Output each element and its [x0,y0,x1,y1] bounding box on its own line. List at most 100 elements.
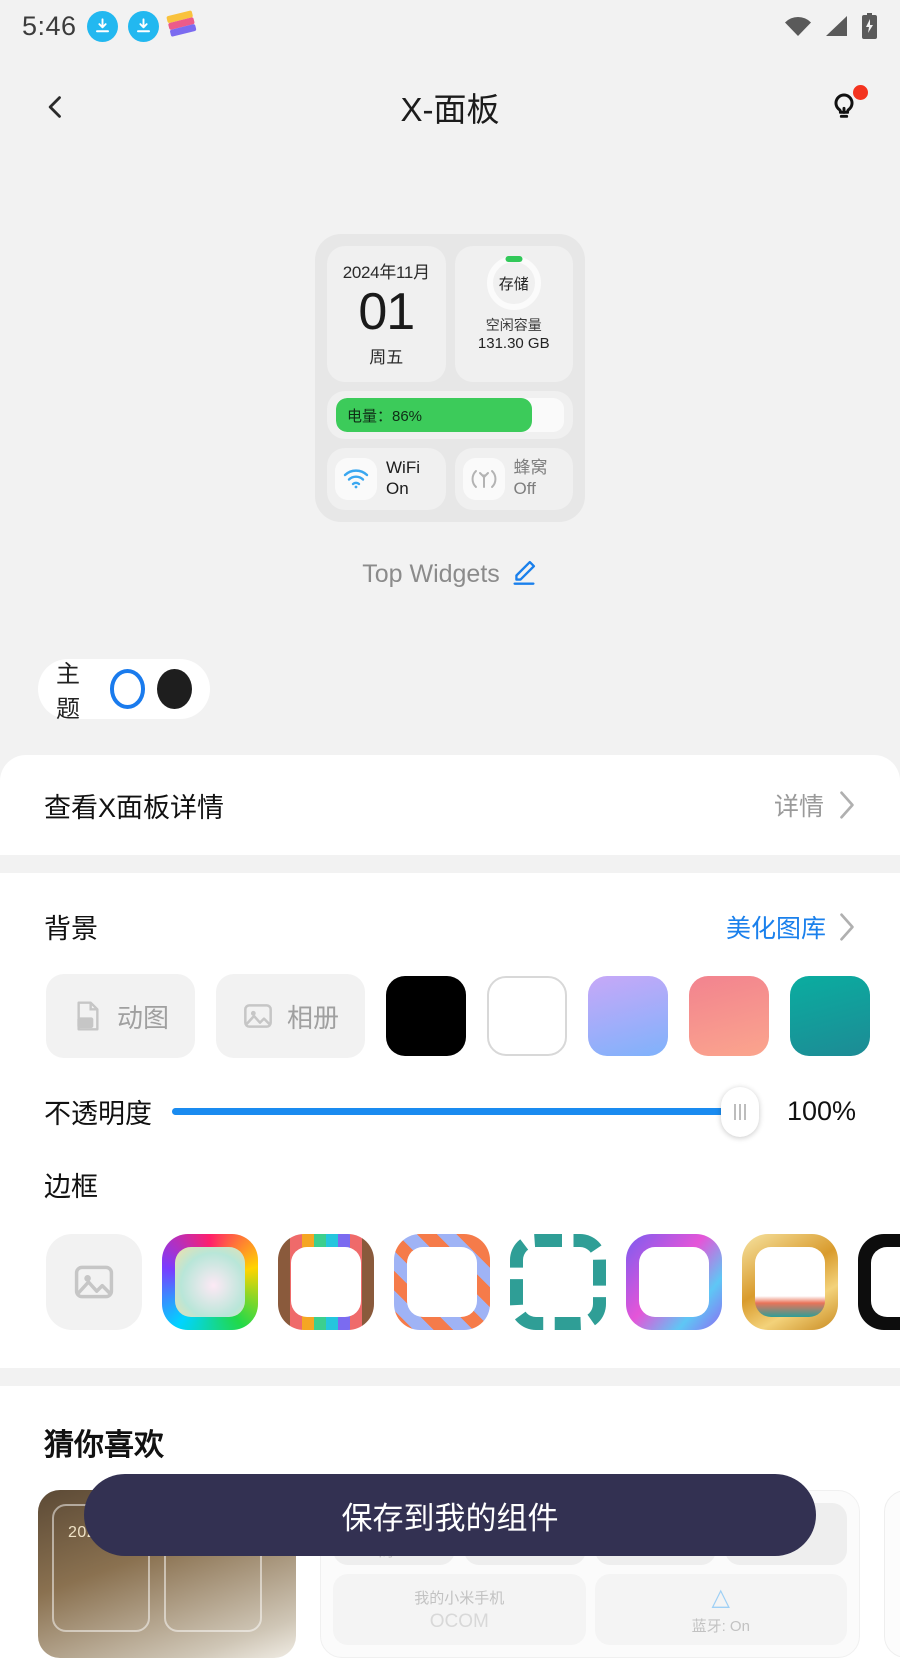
back-button[interactable] [30,81,82,133]
widget-preview[interactable]: 2024年11月 01 周五 存储 空闲容量 131.30 GB 电量：86% [0,234,900,522]
bluetooth-icon: △ [712,1583,730,1612]
download-icon [128,11,159,42]
battery-track: 电量：86% [336,398,564,432]
notification-badge [853,85,868,100]
storage-ring-label: 存储 [499,273,529,294]
recommend-card-extra[interactable] [884,1490,900,1658]
gallery-link-label: 美化图库 [726,909,826,945]
pencil-icon [510,558,538,586]
opacity-label: 不透明度 [44,1092,152,1131]
preview-wifi-tile: WiFi On [327,448,446,510]
wifi-label: WiFi [386,458,420,479]
detail-panel: 查看X面板详情 详情 [0,755,900,855]
background-album-button[interactable]: 相册 [216,974,365,1058]
storage-value: 131.30 GB [478,334,550,354]
rec-tile-device: 我的小米手机 OCOM [333,1574,586,1645]
app-bar: X-面板 [0,52,900,162]
top-widgets-label: Top Widgets [362,560,500,589]
wifi-icon [783,14,813,38]
chevron-right-icon [838,790,856,820]
cellular-status: 蜂窝 Off [514,458,548,499]
border-option-gold-frame[interactable] [742,1234,838,1330]
wifi-state: On [386,479,420,500]
opacity-value: 100% [760,1096,856,1127]
background-swatch-purple[interactable] [588,976,668,1056]
border-option-teal-dashed[interactable] [510,1234,606,1330]
rec-device-label: 我的小米手机 [414,1587,504,1608]
border-option-rainbow[interactable] [162,1234,258,1330]
theme-selector[interactable]: 主题 [38,659,210,719]
background-title: 背景 [44,907,98,946]
customize-panel: 背景 美化图库 动图 相册 [0,873,900,1368]
border-option-purple-gradient[interactable] [626,1234,722,1330]
top-widgets-caption[interactable]: Top Widgets [0,558,900,591]
panel-detail-label: 查看X面板详情 [44,786,224,825]
chevron-right-icon [838,912,856,942]
opacity-slider-fill [172,1108,740,1115]
opacity-slider[interactable] [172,1108,740,1115]
background-swatch-black[interactable] [386,976,466,1056]
border-option-custom-image[interactable] [46,1234,142,1330]
background-options-row[interactable]: 动图 相册 [0,946,900,1058]
gif-icon [72,1000,104,1032]
border-options-row[interactable] [0,1204,900,1368]
page-title: X-面板 [0,83,900,131]
save-button[interactable]: 保存到我的组件 [84,1474,816,1556]
preview-card[interactable]: 2024年11月 01 周五 存储 空闲容量 131.30 GB 电量：86% [315,234,585,522]
status-bar: 5:46 [0,0,900,52]
section-divider [0,855,900,873]
border-title: 边框 [44,1165,98,1204]
rec-bluetooth-label: 蓝牙: On [692,1615,750,1636]
preview-weekday: 周五 [333,343,440,368]
panel-detail-action-label: 详情 [774,787,824,823]
background-swatch-teal[interactable] [790,976,870,1056]
preview-month: 2024年11月 [333,258,440,283]
photo-icon [242,1000,274,1032]
background-gif-button[interactable]: 动图 [46,974,195,1058]
cellular-label: 蜂窝 [514,458,548,479]
gallery-link[interactable]: 美化图库 [726,909,856,945]
preview-storage-tile: 存储 空闲容量 131.30 GB [455,246,574,382]
tips-button[interactable] [818,81,870,133]
save-button-label: 保存到我的组件 [342,1493,559,1538]
opacity-slider-thumb[interactable] [721,1087,759,1137]
rec-brand-label: OCOM [430,1611,489,1633]
app-stack-icon [166,10,198,42]
edit-name-button[interactable] [510,558,538,591]
preview-date-tile: 2024年11月 01 周五 [327,246,446,382]
battery-text: 电量：86% [347,405,422,426]
preview-day: 01 [333,284,440,341]
theme-label: 主题 [56,654,98,724]
wifi-icon [335,458,377,500]
background-section-header: 背景 美化图库 [0,873,900,946]
opacity-row[interactable]: 不透明度 100% [0,1058,900,1131]
background-gif-label: 动图 [117,998,169,1035]
preview-cellular-tile: 蜂窝 Off [455,448,574,510]
panel-detail-row[interactable]: 查看X面板详情 详情 [0,755,900,855]
border-option-solid-black[interactable] [858,1234,900,1330]
battery-charging-icon [861,13,878,39]
back-arrow-icon [42,93,70,121]
section-divider [0,1368,900,1386]
recommend-title: 猜你喜欢 [0,1386,900,1464]
storage-caption: 空闲容量 [486,316,542,334]
theme-option-dark[interactable] [157,669,192,709]
theme-option-light[interactable] [110,669,146,709]
background-album-label: 相册 [287,998,339,1035]
background-swatch-pink[interactable] [689,976,769,1056]
cellular-icon [463,458,505,500]
preview-battery-tile: 电量：86% [327,391,573,439]
panel-detail-action[interactable]: 详情 [774,787,856,823]
storage-ring: 存储 [487,256,541,310]
download-icon [87,11,118,42]
photo-icon [72,1260,116,1304]
border-option-diagonal-stripes[interactable] [394,1234,490,1330]
border-option-color-blocks[interactable] [278,1234,374,1330]
signal-icon [824,14,850,38]
cellular-state: Off [514,479,548,500]
border-section-header: 边框 [0,1131,900,1204]
background-swatch-white[interactable] [487,976,567,1056]
battery-fill: 电量：86% [336,398,532,432]
rec-tile-bluetooth: △ 蓝牙: On [595,1574,848,1645]
wifi-status: WiFi On [386,458,420,499]
